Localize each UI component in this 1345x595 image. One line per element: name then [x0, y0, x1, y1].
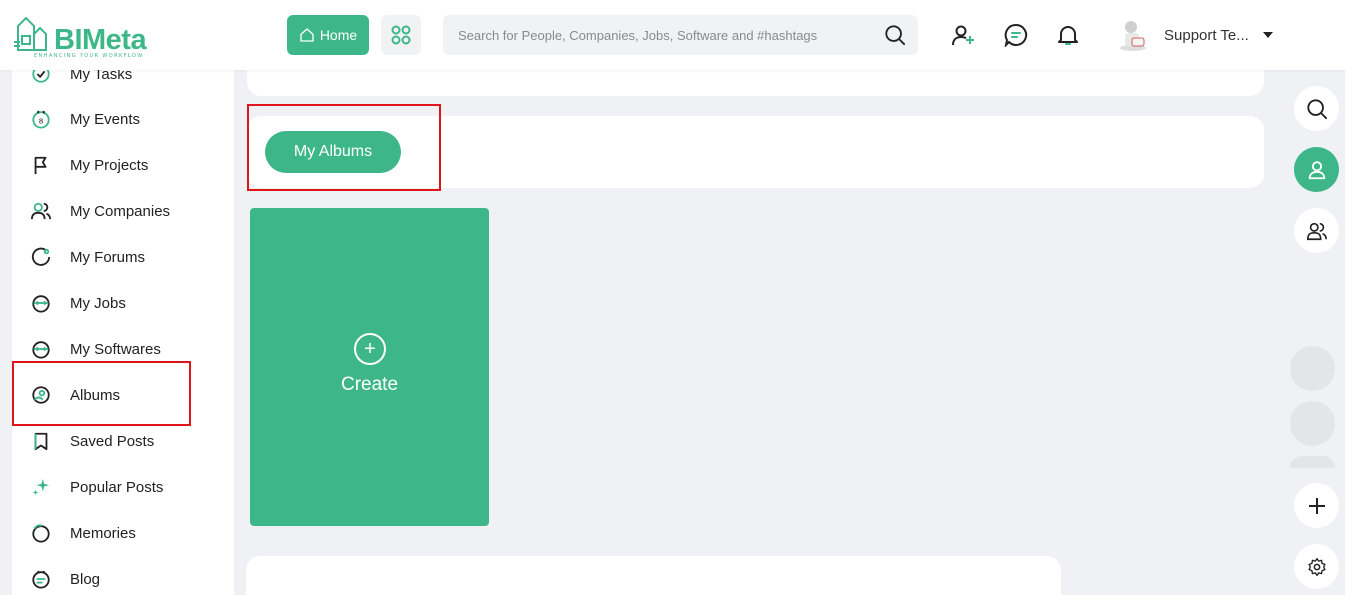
plus-icon [1308, 497, 1325, 514]
sidebar-item-label: My Jobs [70, 294, 126, 312]
svg-text:8: 8 [39, 117, 44, 126]
sidebar-item-label: Memories [70, 524, 136, 542]
sidebar-item-label: Saved Posts [70, 432, 155, 450]
avatar [1120, 21, 1146, 51]
users-icon [30, 200, 52, 222]
gear-icon [1307, 557, 1326, 576]
briefcase-icon [30, 292, 52, 314]
sidebar-item-label: My Softwares [70, 340, 161, 358]
user-name: Support Te... [1164, 26, 1249, 44]
logo-tagline: ENHANCING YOUR WORKFLOW [34, 53, 144, 59]
sidebar-item-label: Blog [70, 570, 101, 588]
apps-grid-icon [391, 25, 411, 45]
rail-add-button[interactable] [1294, 483, 1339, 528]
sidebar-item-label: My Forums [70, 248, 145, 266]
bimeta-logo[interactable]: BIMeta ENHANCING YOUR WORKFLOW [12, 12, 162, 59]
home-button[interactable]: Home [287, 15, 369, 55]
calendar-icon: 8 [30, 108, 52, 130]
content-card [246, 556, 1061, 595]
sidebar-item-my-jobs[interactable]: My Jobs [12, 283, 234, 323]
sidebar-item-label: My Events [70, 110, 141, 128]
left-sidebar: My Tasks 8 My Events My Projects My Comp… [12, 70, 234, 595]
logo-building-icon [14, 16, 47, 51]
blog-icon [30, 568, 52, 590]
highlight-box-albums [12, 361, 191, 426]
rail-groups-button[interactable] [1294, 208, 1339, 253]
chevron-down-icon[interactable] [1262, 32, 1273, 38]
sidebar-item-label: My Projects [70, 156, 149, 174]
sidebar-item-saved-posts[interactable]: Saved Posts [12, 421, 234, 461]
plus-circle-icon: + [354, 333, 386, 365]
user-menu[interactable]: Support Te... [1118, 18, 1273, 52]
rail-placeholder-avatar [1290, 401, 1335, 446]
create-album-button[interactable]: + Create [250, 208, 489, 526]
sidebar-item-popular-posts[interactable]: Popular Posts [12, 467, 234, 507]
sidebar-item-my-projects[interactable]: My Projects [12, 145, 234, 185]
search-icon [1306, 98, 1327, 119]
sidebar-item-blog[interactable]: Blog [12, 559, 234, 595]
rail-placeholder-avatar [1290, 346, 1335, 391]
rail-settings-button[interactable] [1294, 544, 1339, 589]
sidebar-item-label: Popular Posts [70, 478, 164, 496]
sidebar-item-my-forums[interactable]: My Forums [12, 237, 234, 277]
rail-search-button[interactable] [1294, 86, 1339, 131]
flag-icon [30, 154, 52, 176]
sidebar-item-label: My Companies [70, 202, 171, 220]
users-icon [1306, 222, 1327, 240]
user-icon [1308, 160, 1325, 179]
sidebar-item-my-companies[interactable]: My Companies [12, 191, 234, 231]
sidebar-item-label: My Tasks [70, 70, 133, 83]
search-bar [443, 15, 918, 55]
bookmark-icon [30, 430, 52, 452]
create-label: Create [340, 374, 399, 395]
sparkle-icon [30, 476, 52, 498]
search-icon[interactable] [884, 24, 906, 46]
rail-profile-button[interactable] [1294, 147, 1339, 192]
rail-placeholder-avatar [1290, 456, 1335, 468]
tasks-icon [30, 70, 52, 85]
messages-icon[interactable] [1003, 22, 1029, 48]
home-icon [300, 28, 314, 42]
home-label: Home [319, 27, 358, 43]
apps-button[interactable] [381, 15, 421, 55]
highlight-box-my-albums [247, 104, 441, 191]
top-header: BIMeta ENHANCING YOUR WORKFLOW Home Supp… [0, 0, 1345, 70]
notifications-bell-icon[interactable] [1055, 22, 1081, 48]
sidebar-item-memories[interactable]: Memories [12, 513, 234, 553]
forum-icon [30, 246, 52, 268]
add-friend-icon[interactable] [950, 22, 976, 48]
memories-icon [30, 522, 52, 544]
software-icon [30, 338, 52, 360]
search-input[interactable] [443, 15, 873, 55]
sidebar-item-my-tasks[interactable]: My Tasks [12, 70, 234, 94]
sidebar-item-my-events[interactable]: 8 My Events [12, 99, 234, 139]
